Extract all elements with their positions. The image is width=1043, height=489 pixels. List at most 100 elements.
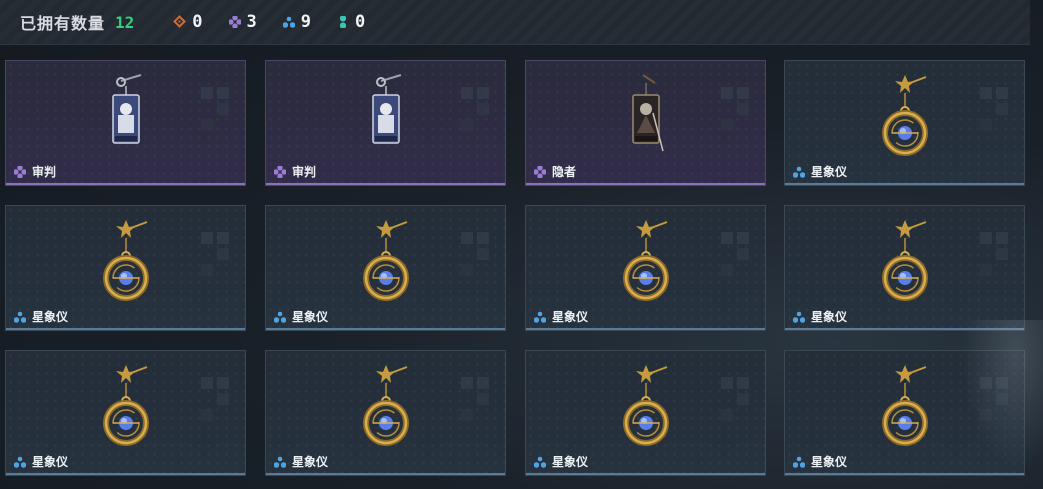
rarity-bar	[266, 473, 505, 475]
item-card[interactable]: 星象仪	[265, 205, 506, 331]
purple-rarity-icon	[534, 165, 546, 178]
purple-clover-icon	[228, 16, 241, 28]
item-name: 星象仪	[552, 455, 589, 469]
inventory-header: 已拥有数量 12 0 3 9 0	[0, 0, 1030, 45]
card-background-decoration	[201, 87, 231, 133]
owned-count-label: 已拥有数量	[20, 14, 106, 33]
astrolabe-pendant-icon	[611, 218, 681, 308]
item-name-row: 星象仪	[793, 453, 847, 470]
stat-blue-value: 9	[300, 12, 312, 32]
item-name-row: 星象仪	[14, 308, 68, 325]
item-name-row: 隐者	[534, 163, 576, 180]
item-name-row: 星象仪	[274, 308, 328, 325]
blue-rarity-icon	[14, 310, 26, 323]
rarity-bar	[785, 473, 1024, 475]
item-name: 审判	[292, 165, 317, 179]
item-name: 星象仪	[811, 165, 848, 179]
card-background-decoration	[721, 87, 751, 133]
item-card[interactable]: 星象仪	[5, 350, 246, 476]
card-background-decoration	[721, 377, 751, 423]
rarity-bar	[6, 328, 245, 330]
tarot-hermit-icon	[611, 73, 681, 163]
item-name: 星象仪	[32, 455, 69, 469]
card-background-decoration	[461, 87, 491, 133]
item-card[interactable]: 星象仪	[525, 350, 766, 476]
item-card[interactable]: 星象仪	[784, 205, 1025, 331]
purple-rarity-icon	[274, 165, 286, 178]
rarity-bar	[6, 473, 245, 475]
item-card[interactable]: 审判	[5, 60, 246, 186]
card-background-decoration	[980, 87, 1010, 133]
item-card[interactable]: 星象仪	[784, 350, 1025, 476]
item-name: 隐者	[552, 165, 577, 179]
item-name-row: 审判	[274, 163, 316, 180]
blue-triangle-icon	[282, 16, 295, 28]
card-background-decoration	[980, 377, 1010, 423]
item-name: 星象仪	[811, 310, 848, 324]
stat-cyan-value: 0	[355, 12, 366, 32]
rarity-bar	[526, 473, 765, 475]
item-card[interactable]: 星象仪	[5, 205, 246, 331]
item-name: 审判	[32, 165, 57, 179]
rarity-bar	[266, 183, 505, 185]
item-name: 星象仪	[292, 455, 329, 469]
card-background-decoration	[201, 232, 231, 278]
astrolabe-pendant-icon	[870, 363, 940, 453]
blue-rarity-icon	[793, 165, 805, 178]
stat-orange-value: 0	[192, 12, 203, 32]
blue-rarity-icon	[793, 310, 805, 323]
stat-purple-value: 3	[246, 12, 257, 32]
card-background-decoration	[461, 377, 491, 423]
item-name: 星象仪	[292, 310, 329, 324]
purple-rarity-icon	[14, 165, 26, 178]
item-card[interactable]: 隐者	[525, 60, 766, 186]
stat-cyan[interactable]: 0	[337, 12, 365, 32]
item-grid: 审判 审判 隐者 星象仪 星象仪 星象仪 星象仪 星象仪 星象仪 星象仪 星象仪…	[5, 60, 1027, 480]
stat-orange[interactable]: 0	[174, 12, 202, 32]
item-name: 星象仪	[32, 310, 69, 324]
blue-rarity-icon	[534, 310, 546, 323]
rarity-bar	[526, 183, 765, 185]
blue-rarity-icon	[14, 455, 26, 468]
item-name: 星象仪	[552, 310, 589, 324]
card-background-decoration	[461, 232, 491, 278]
item-card[interactable]: 星象仪	[784, 60, 1025, 186]
astrolabe-pendant-icon	[351, 363, 421, 453]
item-name-row: 星象仪	[14, 453, 68, 470]
item-name-row: 星象仪	[793, 308, 847, 325]
card-background-decoration	[721, 232, 751, 278]
astrolabe-pendant-icon	[351, 218, 421, 308]
stat-purple[interactable]: 3	[228, 12, 257, 32]
rarity-bar	[6, 183, 245, 185]
stat-blue[interactable]: 9	[282, 12, 312, 32]
astrolabe-pendant-icon	[91, 218, 161, 308]
item-name-row: 审判	[14, 163, 56, 180]
rarity-bar	[526, 328, 765, 330]
astrolabe-pendant-icon	[870, 218, 940, 308]
astrolabe-pendant-icon	[611, 363, 681, 453]
item-card[interactable]: 审判	[265, 60, 506, 186]
blue-rarity-icon	[274, 310, 286, 323]
item-name-row: 星象仪	[274, 453, 328, 470]
blue-rarity-icon	[793, 455, 805, 468]
tarot-judgement-icon	[91, 73, 161, 163]
item-name-row: 星象仪	[534, 308, 588, 325]
card-background-decoration	[201, 377, 231, 423]
rarity-bar	[266, 328, 505, 330]
rarity-bar	[785, 183, 1024, 185]
blue-rarity-icon	[274, 455, 286, 468]
card-background-decoration	[980, 232, 1010, 278]
item-name-row: 星象仪	[534, 453, 588, 470]
item-name: 星象仪	[811, 455, 848, 469]
item-card[interactable]: 星象仪	[525, 205, 766, 331]
tarot-judgement-icon	[351, 73, 421, 163]
astrolabe-pendant-icon	[870, 73, 940, 163]
item-name-row: 星象仪	[793, 163, 847, 180]
astrolabe-pendant-icon	[91, 363, 161, 453]
blue-rarity-icon	[534, 455, 546, 468]
owned-count-value: 12	[115, 12, 135, 32]
item-card[interactable]: 星象仪	[265, 350, 506, 476]
cyan-dots-icon	[337, 16, 349, 28]
rarity-bar	[785, 328, 1024, 330]
orange-diamond-icon	[174, 16, 186, 28]
